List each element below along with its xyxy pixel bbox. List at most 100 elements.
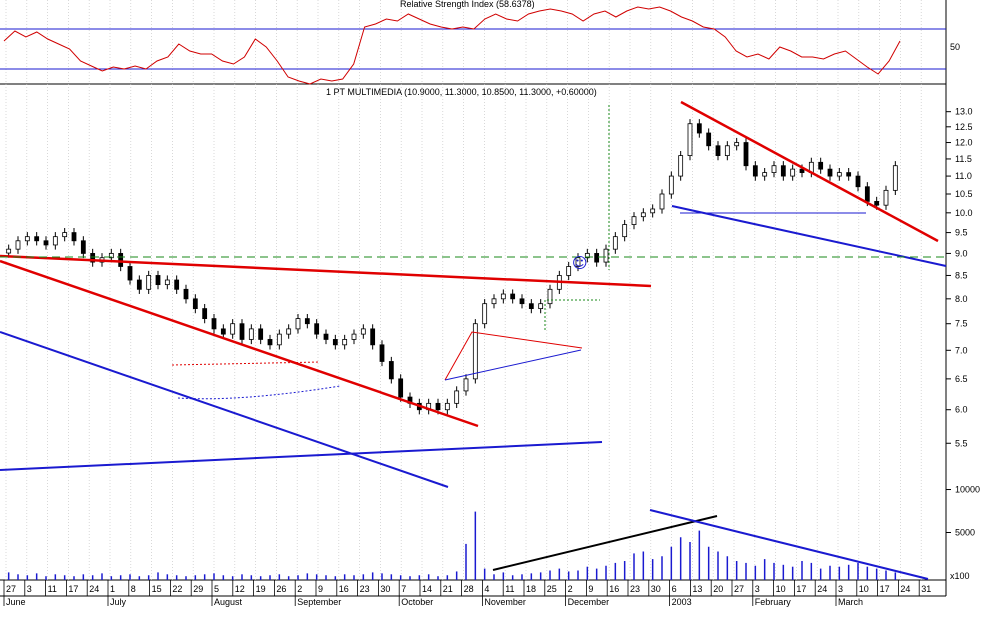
x-tick-label: 31	[921, 584, 931, 594]
candle-body	[622, 224, 628, 238]
rsi-title: Relative Strength Index (58.6378)	[400, 0, 535, 9]
candle-body	[706, 132, 712, 147]
candle-body	[24, 236, 30, 242]
x-tick-label: 24	[817, 584, 827, 594]
candle-body	[715, 145, 721, 157]
candle-body	[519, 298, 525, 305]
month-label: September	[297, 597, 341, 607]
price-tick-label: 7.5	[955, 319, 968, 329]
price-tick-label: 11.0	[955, 171, 972, 181]
price-tick-label: 7.0	[955, 345, 968, 355]
candle-body	[183, 288, 189, 300]
price-tick-label: 12.0	[955, 138, 973, 148]
candle-body	[734, 142, 740, 147]
x-tick-label: 17	[68, 584, 78, 594]
candle-body	[743, 142, 749, 167]
candle-body	[62, 232, 68, 238]
candle-body	[668, 175, 674, 195]
candle-body	[267, 339, 273, 346]
volume-unit-label: x100	[950, 571, 970, 581]
x-tick-label: 27	[6, 584, 16, 594]
x-tick-label: 19	[256, 584, 266, 594]
month-label: March	[838, 597, 863, 607]
candle-body	[435, 402, 441, 411]
candle-body	[612, 236, 618, 250]
month-label: February	[755, 597, 792, 607]
candle-body	[398, 378, 404, 398]
chart-canvas: Relative Strength Index (58.6378) 50 1 P…	[0, 0, 980, 607]
x-tick-label: 26	[276, 584, 286, 594]
candle-body	[164, 279, 170, 286]
price-tick-label: 9.5	[955, 228, 968, 238]
price-tick-label: 8.0	[955, 294, 968, 304]
x-tick-label: 7	[401, 584, 406, 594]
month-label: August	[214, 597, 243, 607]
candle-body	[202, 308, 208, 320]
candle-body	[295, 318, 301, 330]
candle-body	[566, 266, 572, 276]
x-tick-label: 5	[214, 584, 219, 594]
x-tick-label: 18	[526, 584, 536, 594]
month-label: June	[6, 597, 26, 607]
x-tick-label: 1	[110, 584, 115, 594]
x-tick-label: 22	[172, 584, 182, 594]
candle-body	[827, 168, 833, 177]
x-tick-label: 12	[235, 584, 245, 594]
x-tick-label: 23	[360, 584, 370, 594]
candle-body	[818, 161, 824, 170]
candle-body	[304, 318, 310, 325]
x-tick-label: 2	[568, 584, 573, 594]
x-tick-label: 11	[505, 584, 514, 594]
x-tick-label: 14	[422, 584, 432, 594]
month-label: December	[568, 597, 610, 607]
candle-body	[528, 303, 534, 309]
x-tick-label: 21	[443, 584, 453, 594]
price-tick-label: 8.5	[955, 270, 968, 280]
x-tick-label: 28	[464, 584, 474, 594]
candle-body	[71, 232, 77, 242]
x-tick-label: 3	[27, 584, 32, 594]
candle-body	[220, 328, 226, 335]
candle-body	[883, 189, 889, 206]
candle-body	[239, 323, 245, 340]
candle-body	[388, 361, 394, 380]
month-label: July	[110, 597, 127, 607]
candle-body	[678, 155, 684, 177]
x-tick-label: 23	[630, 584, 640, 594]
candle-body	[52, 236, 58, 246]
candle-body	[248, 328, 254, 340]
x-tick-label: 9	[318, 584, 323, 594]
x-tick-label: 20	[713, 584, 723, 594]
volume-tick-label: 10000	[955, 485, 980, 495]
candle-body	[286, 328, 292, 335]
candle-body	[314, 323, 320, 335]
candle-body	[454, 390, 460, 404]
candle-body	[762, 172, 768, 177]
rsi-tick-50: 50	[950, 42, 960, 52]
candle-body	[510, 293, 516, 300]
x-tick-label: 16	[339, 584, 349, 594]
candle-body	[379, 344, 385, 362]
candle-body	[752, 165, 758, 177]
candle-body	[892, 165, 898, 191]
candle-body	[463, 378, 469, 392]
candle-body	[799, 168, 805, 173]
x-tick-label: 8	[131, 584, 136, 594]
x-tick-label: 3	[838, 584, 843, 594]
x-tick-label: 24	[89, 584, 99, 594]
x-tick-label: 13	[692, 584, 702, 594]
x-tick-label: 15	[152, 584, 162, 594]
candle-body	[640, 212, 646, 218]
volume-tick-label: 5000	[955, 528, 975, 538]
x-tick-label: 3	[755, 584, 760, 594]
price-tick-label: 13.0	[955, 107, 973, 117]
candle-body	[659, 193, 665, 210]
candle-body	[258, 328, 264, 340]
x-tick-label: 25	[547, 584, 557, 594]
candle-body	[118, 253, 124, 267]
chart-window: Relative Strength Index (58.6378) 50 1 P…	[0, 0, 994, 628]
x-tick-label: 17	[796, 584, 806, 594]
candle-body	[855, 175, 861, 188]
candle-body	[230, 323, 236, 335]
price-title: 1 PT MULTIMEDIA (10.9000, 11.3000, 10.85…	[326, 87, 597, 97]
